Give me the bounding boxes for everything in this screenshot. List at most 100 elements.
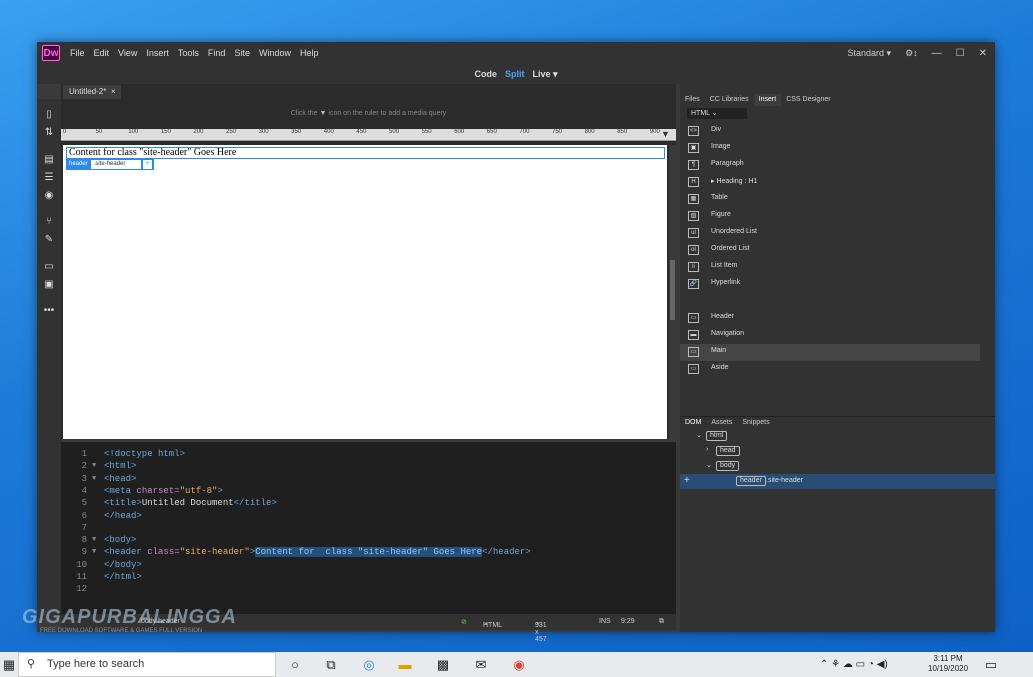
dom-tag-pill[interactable]: html [706,431,728,441]
code-line[interactable]: 11 </html> [61,571,676,583]
code-text[interactable]: <body> [104,534,136,546]
close-tab-icon[interactable]: × [111,87,116,96]
insert-item-aside[interactable]: ▭ Aside [680,361,980,378]
minimize-icon[interactable]: — [932,48,942,59]
insert-item-heading-h1[interactable]: H ▸ Heading : H1 [680,174,980,191]
chrome-icon[interactable]: ◉ [510,656,528,673]
window-size-select[interactable]: 931 x 457 ⌄ [535,618,547,643]
code-text[interactable]: </html> [104,571,142,583]
code-text[interactable]: <meta charset="utf-8"> [104,485,223,497]
taskbar-search[interactable]: ⚲ Type here to search [18,652,276,677]
menu-edit[interactable]: Edit [94,48,110,58]
fold-icon[interactable]: ▼ [92,473,96,485]
more-icon[interactable]: ••• [43,305,55,317]
code-view-button[interactable]: Code [474,69,497,79]
system-tray[interactable]: ⌃ ⚘ ☁ ▭ ◔ ◀) [820,656,920,673]
element-badge[interactable]: header .site-header + [66,159,155,170]
dom-node-head[interactable]: › head [680,444,995,459]
insert-item-div[interactable]: <> Div [680,123,980,140]
code-line[interactable]: 3 ▼ <head> [61,473,676,485]
live-view-button[interactable]: Live ▾ [532,69,557,80]
dom-tag-pill[interactable]: head [716,446,740,456]
code-text[interactable]: <head> [104,473,136,485]
insert-item-image[interactable]: ▣ Image [680,140,980,157]
badge-class[interactable]: .site-header [90,160,141,169]
dom-tab-assets[interactable]: Assets [706,417,737,428]
insert-item-main[interactable]: ▭ Main [680,344,980,361]
preview-icon[interactable]: ▣ [43,279,55,291]
badge-add-class-button[interactable]: + [142,160,153,169]
dom-expand-icon[interactable]: ⌄ [706,461,712,469]
dom-tag-pill[interactable]: body [716,461,740,471]
transfer-icon[interactable]: ⇅ [43,127,55,139]
fold-icon[interactable]: ▼ [92,534,96,546]
workspace-switcher[interactable]: Standard ▾ [847,48,891,59]
format-icon[interactable]: ☰ [43,172,55,184]
file-icon[interactable]: ▯ [43,109,55,121]
menu-insert[interactable]: Insert [146,48,169,58]
clock[interactable]: 3:11 PM 10/19/2020 [928,654,968,674]
gear-icon[interactable]: ⚙↕ [905,48,918,59]
live-canvas[interactable]: Content for class "site-header" Goes Her… [63,145,667,439]
panel-tab-insert[interactable]: Insert [753,94,782,106]
design-scrollbar[interactable] [669,145,676,439]
fold-icon[interactable]: ▼ [92,460,96,472]
code-line[interactable]: 2 ▼ <html> [61,460,676,472]
code-line[interactable]: 4 <meta charset="utf-8"> [61,485,676,497]
insert-item-unordered-list[interactable]: ul Unordered List [680,225,980,242]
split-view-button[interactable]: Split [505,69,525,79]
insert-item-list-item[interactable]: li List Item [680,259,980,276]
code-line[interactable]: 8 ▼ <body> [61,534,676,546]
fold-icon[interactable]: ▼ [92,546,96,558]
dom-expand-icon[interactable]: ⌄ [696,431,702,439]
menu-site[interactable]: Site [234,48,250,58]
notification-icon[interactable]: ▭ [982,656,1000,673]
header-element[interactable]: Content for class "site-header" Goes Her… [66,147,665,159]
menu-file[interactable]: File [70,48,85,58]
menu-find[interactable]: Find [208,48,226,58]
maximize-icon[interactable]: ☐ [956,48,965,59]
menu-help[interactable]: Help [300,48,319,58]
code-line[interactable]: 7 [61,522,676,534]
insert-item-navigation[interactable]: ▬ Navigation [680,327,980,344]
document-tab[interactable]: Untitled-2* × [63,85,122,99]
circle-icon[interactable]: ◉ [43,190,55,202]
code-text[interactable]: <header class="site-header">Content for … [104,546,531,558]
insert-item-hyperlink[interactable]: 🔗 Hyperlink [680,276,980,293]
panel-tab-cc-libraries[interactable]: CC Libraries [705,94,754,106]
windows-start-icon[interactable]: ▦ [0,656,18,673]
panel-tab-css-designer[interactable]: CSS Designer [781,94,835,106]
code-line[interactable]: 5 <title>Untitled Document</title> [61,497,676,509]
badge-tag[interactable]: header [66,159,91,170]
code-line[interactable]: 1 <!doctype html> [61,448,676,460]
menu-window[interactable]: Window [259,48,291,58]
insert-item-header[interactable]: ▭ Header [680,310,980,327]
edge-icon[interactable]: ◎ [360,656,378,673]
dom-node-header[interactable]: + header .site-header [680,474,995,489]
dom-expand-icon[interactable]: › [706,446,708,453]
insert-item-paragraph[interactable]: ¶ Paragraph [680,157,980,174]
branch-icon[interactable]: ⑂ [43,216,55,228]
insert-item-table[interactable]: ▦ Table [680,191,980,208]
cortana-icon[interactable]: ○ [286,656,304,673]
insert-item-ordered-list[interactable]: ol Ordered List [680,242,980,259]
media-query-triangle-icon[interactable]: ▼ [661,129,670,139]
insert-category-select[interactable]: HTML ⌄ [687,108,747,119]
dom-tag-pill[interactable]: header [736,476,766,486]
menu-tools[interactable]: Tools [178,48,199,58]
task-view-icon[interactable]: ⧉ [322,656,340,673]
doc-type-select[interactable]: HTML ⌄ [483,618,502,629]
dom-node-body[interactable]: ⌄ body [680,459,995,474]
code-line[interactable]: 6 </head> [61,510,676,522]
code-text[interactable]: <!doctype html> [104,448,185,460]
insert-item-figure[interactable]: ▨ Figure [680,208,980,225]
dom-add-button[interactable]: + [684,475,690,486]
file-explorer-icon[interactable]: ▬ [396,656,414,673]
code-text[interactable]: </body> [104,559,142,571]
code-text[interactable]: </head> [104,510,142,522]
store-icon[interactable]: ▩ [434,656,452,673]
brush-icon[interactable]: ✎ [43,234,55,246]
dom-tab-snippets[interactable]: Snippets [737,417,774,428]
panel-tab-files[interactable]: Files [680,94,705,106]
code-editor[interactable]: 1 <!doctype html> 2 ▼ <html> 3 ▼ <head> 4 <meta c… [61,442,676,614]
